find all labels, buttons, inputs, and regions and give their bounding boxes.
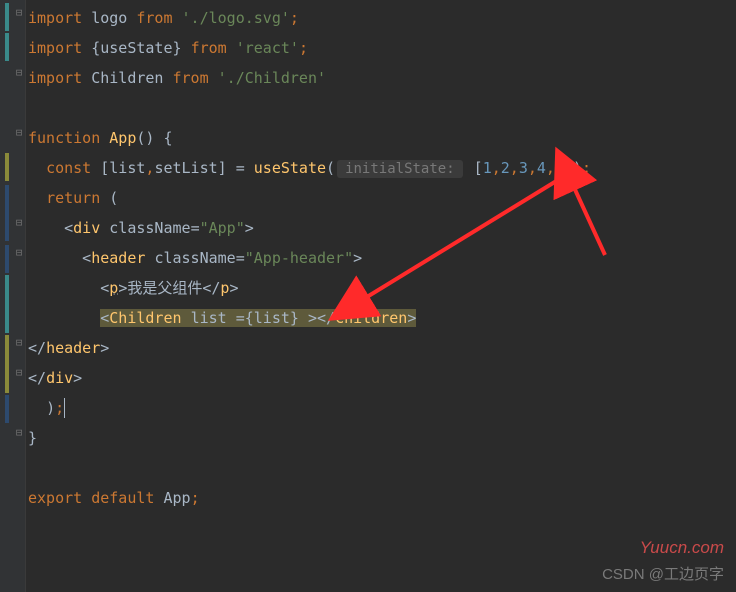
code-line: ); <box>28 393 65 423</box>
csdn-watermark: CSDN @工边页字 <box>602 563 724 584</box>
code-line: <Children list ={list} ></Children> <box>28 303 416 333</box>
code-line: function App() { <box>28 123 173 153</box>
fold-icon[interactable]: ⊟ <box>14 248 24 258</box>
parameter-hint: initialState: <box>337 160 463 178</box>
code-line: import Children from './Children' <box>28 63 326 93</box>
editor-gutter: ⊟ ⊟ ⊟ ⊟ ⊟ ⊟ ⊟ ⊟ <box>0 0 26 592</box>
code-line: </div> <box>28 363 82 393</box>
text-cursor <box>64 398 65 418</box>
fold-icon[interactable]: ⊟ <box>14 68 24 78</box>
code-line: </header> <box>28 333 109 363</box>
code-line: <header className="App-header"> <box>28 243 362 273</box>
fold-icon[interactable]: ⊟ <box>14 128 24 138</box>
code-line: <p>我是父组件</p> <box>28 273 238 303</box>
code-line: export default App; <box>28 483 200 513</box>
fold-icon[interactable]: ⊟ <box>14 218 24 228</box>
fold-icon[interactable]: ⊟ <box>14 338 24 348</box>
fold-icon[interactable]: ⊟ <box>14 8 24 18</box>
code-line: import logo from './logo.svg'; <box>28 3 299 33</box>
code-line: } <box>28 423 37 453</box>
code-line: import {useState} from 'react'; <box>28 33 308 63</box>
code-line: return ( <box>28 183 118 213</box>
watermark: Yuucn.com <box>640 538 724 558</box>
code-line: const [list,setList] = useState(initialS… <box>28 153 591 183</box>
fold-icon[interactable]: ⊟ <box>14 368 24 378</box>
code-line: <div className="App"> <box>28 213 254 243</box>
code-editor[interactable]: import logo from './logo.svg'; import {u… <box>26 0 736 592</box>
fold-icon[interactable]: ⊟ <box>14 428 24 438</box>
